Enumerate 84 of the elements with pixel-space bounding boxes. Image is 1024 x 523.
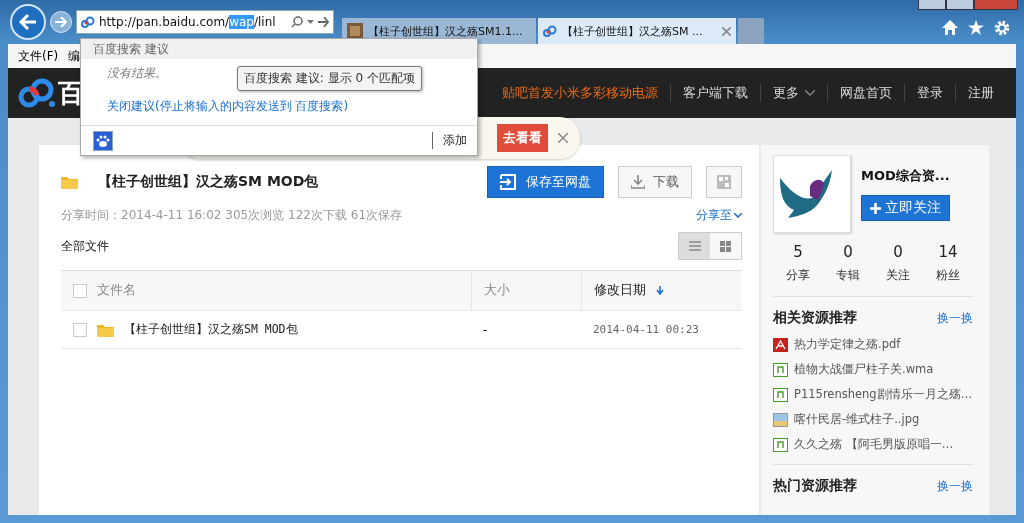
stat-value: 0 (843, 243, 853, 261)
refresh-link[interactable]: 换一换 (937, 309, 973, 327)
search-icon[interactable] (291, 16, 303, 28)
share-to-link[interactable]: 分享至 (696, 207, 742, 224)
logo-text: 百 (58, 76, 84, 110)
file-name[interactable]: 【柱子创世组】汉之殇SM MOD包 (124, 322, 298, 337)
close-suggestions-link[interactable]: 关闭建议(停止将输入的内容发送到 百度搜索) (107, 99, 349, 113)
add-button[interactable]: 添加 (432, 132, 467, 149)
settings-icon[interactable] (994, 20, 1010, 36)
download-button[interactable]: 下载 (618, 166, 692, 198)
save-button[interactable]: 保存至网盘 (487, 166, 604, 198)
music-note-icon (773, 362, 788, 377)
list-icon (688, 241, 701, 251)
menu-item[interactable]: 文件(F) (18, 47, 59, 65)
no-results-text: 没有结果。 (107, 66, 167, 80)
menu-item[interactable]: 编 (68, 47, 81, 65)
file-size: - (483, 322, 488, 337)
resource-link[interactable]: 久久之殇 【阿毛男版原唱一… (794, 437, 954, 452)
arrow-right-icon (55, 17, 67, 27)
forward-button[interactable] (50, 11, 72, 33)
import-icon (500, 174, 518, 190)
section-title: 相关资源推荐 (773, 309, 857, 327)
image-icon (773, 412, 788, 427)
plus-icon (870, 202, 881, 214)
close-icon[interactable] (558, 133, 568, 143)
stat-value: 0 (893, 243, 903, 261)
download-icon (631, 175, 645, 189)
nav-link[interactable]: 登录 (904, 84, 955, 102)
grid-view-button[interactable] (710, 233, 741, 259)
column-header[interactable]: 大小 (484, 282, 510, 299)
select-all-checkbox[interactable] (73, 283, 87, 298)
browser-tab[interactable]: 【柱子创世组】汉之殇SM ... (538, 18, 736, 44)
tooltip: 百度搜索 建议: 显示 0 个匹配项 (237, 66, 422, 91)
caret-icon[interactable] (307, 20, 314, 24)
refresh-link[interactable]: 换一换 (937, 477, 973, 495)
stat-label: 专辑 (836, 267, 860, 284)
paw-icon[interactable] (93, 130, 113, 151)
share-info: 分享时间：2014-4-11 16:02 305次浏览 122次下载 61次保存 (61, 207, 403, 224)
stat-label: 粉丝 (936, 267, 960, 284)
minimize-button[interactable] (918, 0, 946, 10)
stat-value: 5 (793, 243, 803, 261)
go-see-button[interactable]: 去看看 (497, 124, 548, 152)
nav-link[interactable]: 网盘首页 (827, 84, 904, 102)
home-icon[interactable] (942, 20, 958, 35)
stat-label: 分享 (786, 267, 810, 284)
nav-link[interactable]: 贴吧首发小米多彩移动电源 (490, 84, 670, 102)
grid-icon (720, 240, 731, 252)
close-icon[interactable] (722, 26, 731, 36)
arrow-right-icon[interactable] (318, 17, 329, 27)
cloud-logo-icon (81, 16, 95, 28)
resource-link[interactable]: 热力学定律之殇.pdf (794, 337, 901, 352)
chevron-down-icon (734, 213, 742, 218)
back-button[interactable] (10, 4, 46, 40)
qr-code-icon (717, 175, 731, 189)
share-title: 【柱子创世组】汉之殇SM MOD包 (98, 173, 319, 191)
cloud-logo-icon (18, 78, 56, 108)
section-title: 热门资源推荐 (773, 477, 857, 495)
music-note-icon (773, 387, 788, 402)
dropdown-header: 百度搜索 建议 (81, 39, 477, 59)
stat-label: 关注 (886, 267, 910, 284)
menu-link[interactable]: 更多 (760, 84, 827, 102)
breadcrumb[interactable]: 全部文件 (61, 237, 109, 255)
resource-link[interactable]: 喀什民居-维式柱子..jpg (794, 412, 920, 427)
nav-link[interactable]: 客户端下载 (670, 84, 760, 102)
pdf-icon (773, 337, 788, 352)
music-note-icon (773, 437, 788, 452)
file-date: 2014-04-11 00:23 (593, 323, 699, 336)
maximize-button[interactable] (946, 0, 974, 10)
folder-icon (97, 322, 114, 337)
profile-name[interactable]: MOD综合资... (861, 167, 950, 185)
row-checkbox[interactable] (73, 322, 87, 337)
resource-link[interactable]: 植物大战僵尸柱子关.wma (794, 362, 934, 377)
stat-value: 14 (938, 243, 958, 261)
follow-button[interactable]: 立即关注 (861, 195, 950, 221)
star-icon[interactable] (968, 20, 984, 35)
nav-link[interactable]: 注册 (955, 84, 1006, 102)
sort-down-icon (656, 286, 664, 295)
column-header[interactable]: 修改日期 (594, 282, 646, 299)
chevron-down-icon (805, 90, 815, 96)
folder-icon (61, 175, 78, 189)
arrow-left-icon (19, 14, 37, 30)
resource-link[interactable]: P115rensheng剧情乐一月之殇… (794, 387, 973, 402)
cloud-logo-icon (543, 25, 557, 37)
thumbnail-icon (347, 23, 363, 39)
